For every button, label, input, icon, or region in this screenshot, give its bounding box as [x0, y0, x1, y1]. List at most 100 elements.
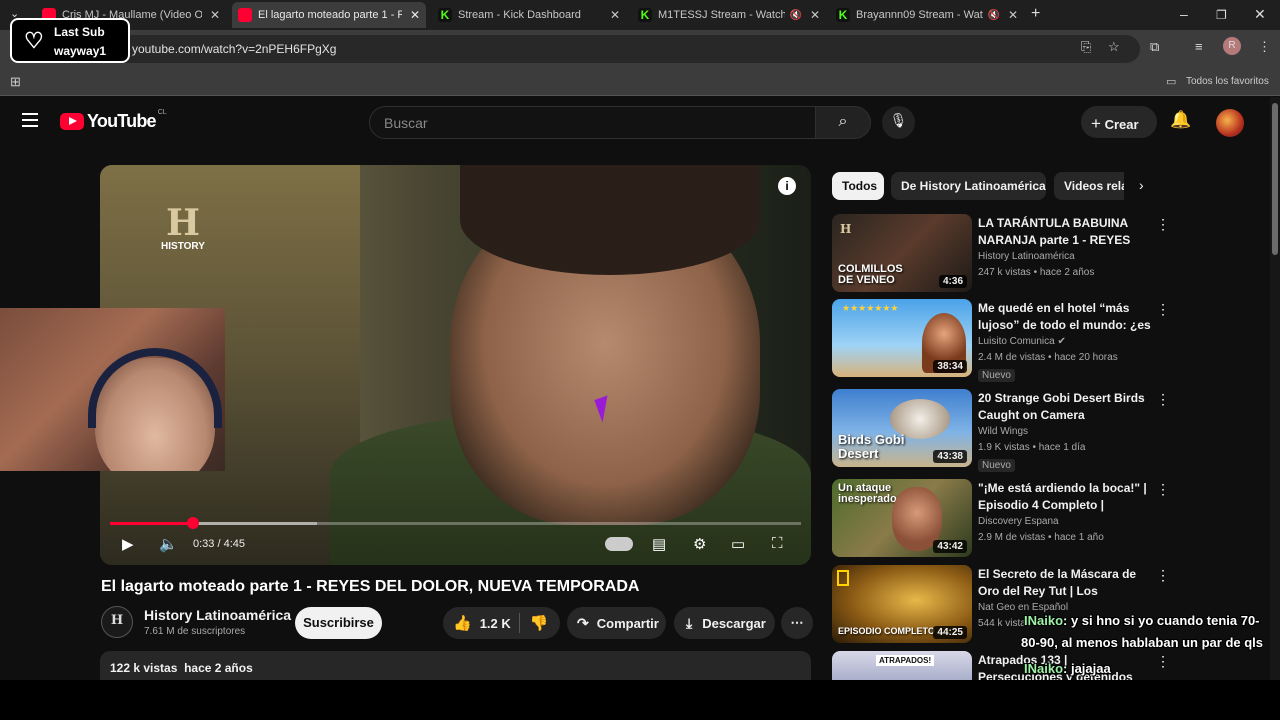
close-tab-icon[interactable]: ✕	[1008, 8, 1018, 22]
thumbnail[interactable]: ★★★★★★★ 38:34	[832, 299, 972, 377]
tab-2[interactable]: K Stream - Kick Dashboard ✕	[432, 2, 626, 28]
thumbnail[interactable]: H COLMILLOS DE VENEO 4:36	[832, 214, 972, 292]
volume-icon[interactable]: 🔈	[159, 535, 178, 553]
country-code: CL	[157, 109, 167, 116]
maximize-icon[interactable]: ❐	[1216, 8, 1227, 22]
muted-icon[interactable]: 🔇	[789, 10, 801, 21]
share-label: Compartir	[596, 615, 659, 631]
like-icon[interactable]: 👍	[453, 614, 472, 632]
rec-title[interactable]: 20 Strange Gobi Desert Birds Caught on C…	[978, 390, 1153, 424]
last-sub-overlay: ♡ Last Sub wayway1	[10, 18, 130, 63]
close-tab-icon[interactable]: ✕	[810, 8, 820, 22]
close-window-icon[interactable]: ✕	[1254, 6, 1266, 23]
user-avatar[interactable]	[1216, 109, 1244, 137]
thumbnail[interactable]: Birds Gobi Desert 43:38	[832, 389, 972, 467]
autoplay-toggle[interactable]	[605, 537, 633, 551]
minimize-icon[interactable]: –	[1180, 6, 1188, 22]
rec-channel[interactable]: History Latinoamérica	[978, 251, 1075, 262]
rec-channel[interactable]: Discovery Espana	[978, 516, 1059, 527]
thumbnail[interactable]: ATRAPADOS!	[832, 651, 972, 680]
progress-bar[interactable]	[110, 517, 801, 529]
tab-4[interactable]: K Brayannn09 Stream - Watch 🔇 ✕	[830, 2, 1024, 28]
chevron-right-icon[interactable]: ›	[1139, 177, 1144, 193]
microphone-icon: 🎙	[889, 112, 908, 128]
more-vert-icon[interactable]: ⋮	[1156, 216, 1170, 233]
tab-1[interactable]: El lagarto moteado parte 1 - RE ✕	[232, 2, 426, 28]
extensions-icon[interactable]: ⧉	[1150, 39, 1159, 55]
like-count[interactable]: 1.2 K	[480, 616, 511, 631]
info-icon[interactable]: i	[778, 177, 796, 195]
create-button[interactable]: + Crear	[1081, 106, 1157, 138]
settings-gear-icon[interactable]: ⚙	[693, 535, 706, 553]
new-badge: Nuevo	[978, 369, 1015, 382]
scrubber-handle[interactable]	[186, 517, 199, 529]
rec-channel[interactable]: Luisito Comunica ✔	[978, 336, 1066, 347]
recommendation-item[interactable]: Birds Gobi Desert 43:38 20 Strange Gobi …	[832, 389, 1172, 472]
channel-avatar[interactable]: H	[101, 606, 133, 638]
media-controls-icon[interactable]: ≡	[1195, 39, 1203, 54]
bookmark-star-icon[interactable]: ☆	[1108, 39, 1120, 55]
rec-title[interactable]: El Secreto de la Máscara de Oro del Rey …	[978, 566, 1153, 600]
close-tab-icon[interactable]: ✕	[610, 8, 620, 22]
rec-title[interactable]: "¡Me está ardiendo la boca!" | Episodio …	[978, 480, 1153, 514]
new-tab-button[interactable]: +	[1031, 5, 1040, 23]
more-vert-icon[interactable]: ⋮	[1156, 301, 1170, 318]
rec-title[interactable]: Me quedé en el hotel “más lujoso” de tod…	[978, 300, 1153, 334]
more-vert-icon[interactable]: ⋮	[1156, 567, 1170, 584]
more-vert-icon[interactable]: ⋮	[1156, 653, 1170, 670]
page-scrollbar[interactable]	[1270, 97, 1280, 680]
create-label: Crear	[1104, 117, 1139, 132]
thumbnail[interactable]: EPISODIO COMPLETO 44:25	[832, 565, 972, 643]
chat-text: : jajajaa	[1063, 661, 1111, 676]
rec-title[interactable]: LA TARÁNTULA BABUINA NARANJA parte 1 - R…	[978, 215, 1153, 249]
tab-title: Brayannn09 Stream - Watch	[856, 9, 984, 21]
tab-3[interactable]: K M1TESSJ Stream - Watch Li 🔇 ✕	[632, 2, 826, 28]
channel-name[interactable]: History Latinoamérica	[144, 607, 291, 623]
thumbnail[interactable]: Un ataque inesperado 43:42	[832, 479, 972, 557]
scrollbar-thumb[interactable]	[1272, 103, 1278, 255]
thumbnail-caption: Birds Gobi Desert	[838, 432, 905, 461]
more-actions-button[interactable]: ⋯	[781, 607, 813, 639]
browser-menu-icon[interactable]: ⋮	[1258, 39, 1271, 55]
theater-mode-icon[interactable]: ▭	[731, 535, 745, 553]
letterbox-bar	[0, 680, 1280, 720]
chip-channel[interactable]: De History Latinoamérica	[891, 172, 1046, 200]
more-vert-icon[interactable]: ⋮	[1156, 481, 1170, 498]
chip-all[interactable]: Todos	[832, 172, 884, 200]
share-button[interactable]: ↷ Compartir	[567, 607, 666, 639]
play-icon[interactable]: ▶	[122, 535, 134, 553]
hamburger-menu-icon[interactable]	[22, 113, 38, 127]
history-watermark: H HISTORY	[160, 205, 206, 252]
install-app-icon[interactable]: ⎘	[1081, 39, 1091, 55]
fullscreen-icon[interactable]: ⛶	[772, 535, 783, 552]
verified-icon: ✔	[1057, 336, 1066, 347]
search-input[interactable]: Buscar	[369, 106, 816, 139]
rec-channel-name: Luisito Comunica	[978, 336, 1055, 347]
search-button[interactable]: ⌕	[815, 106, 871, 139]
youtube-logo[interactable]: YouTube CL	[60, 109, 167, 132]
rec-meta: 247 k vistas • hace 2 años	[978, 267, 1095, 278]
chip-related[interactable]: Videos rela	[1054, 172, 1124, 200]
voice-search-button[interactable]: 🎙	[882, 106, 915, 139]
rec-channel[interactable]: Nat Geo en Español	[978, 602, 1068, 613]
subtitles-icon[interactable]: ▤	[652, 535, 666, 553]
more-vert-icon[interactable]: ⋮	[1156, 391, 1170, 408]
notifications-bell-icon[interactable]: 🔔	[1170, 110, 1191, 130]
recommendation-item[interactable]: ATRAPADOS! Atrapados 133 | Persecuciones…	[832, 651, 1172, 680]
recommendation-item[interactable]: EPISODIO COMPLETO 44:25 El Secreto de la…	[832, 565, 1172, 645]
close-tab-icon[interactable]: ✕	[410, 8, 420, 22]
recommendation-item[interactable]: Un ataque inesperado 43:42 "¡Me está ard…	[832, 479, 1172, 559]
kick-icon: K	[836, 8, 850, 22]
rec-channel[interactable]: Wild Wings	[978, 426, 1028, 437]
dislike-icon[interactable]: 👎	[530, 614, 549, 632]
profile-avatar[interactable]: R	[1223, 37, 1241, 55]
recommendation-item[interactable]: ★★★★★★★ 38:34 Me quedé en el hotel “más …	[832, 299, 1172, 382]
close-tab-icon[interactable]: ✕	[210, 8, 220, 22]
apps-grid-icon[interactable]: ⊞	[10, 74, 21, 90]
all-bookmarks-label[interactable]: Todos los favoritos	[1186, 76, 1269, 87]
download-button[interactable]: ⤓ Descargar	[674, 607, 775, 639]
address-bar[interactable]: youtube.com/watch?v=2nPEH6FPgXg	[90, 35, 1140, 63]
muted-icon[interactable]: 🔇	[987, 10, 999, 21]
subscribe-button[interactable]: Suscribirse	[295, 607, 382, 639]
recommendation-item[interactable]: H COLMILLOS DE VENEO 4:36 LA TARÁNTULA B…	[832, 214, 1172, 294]
